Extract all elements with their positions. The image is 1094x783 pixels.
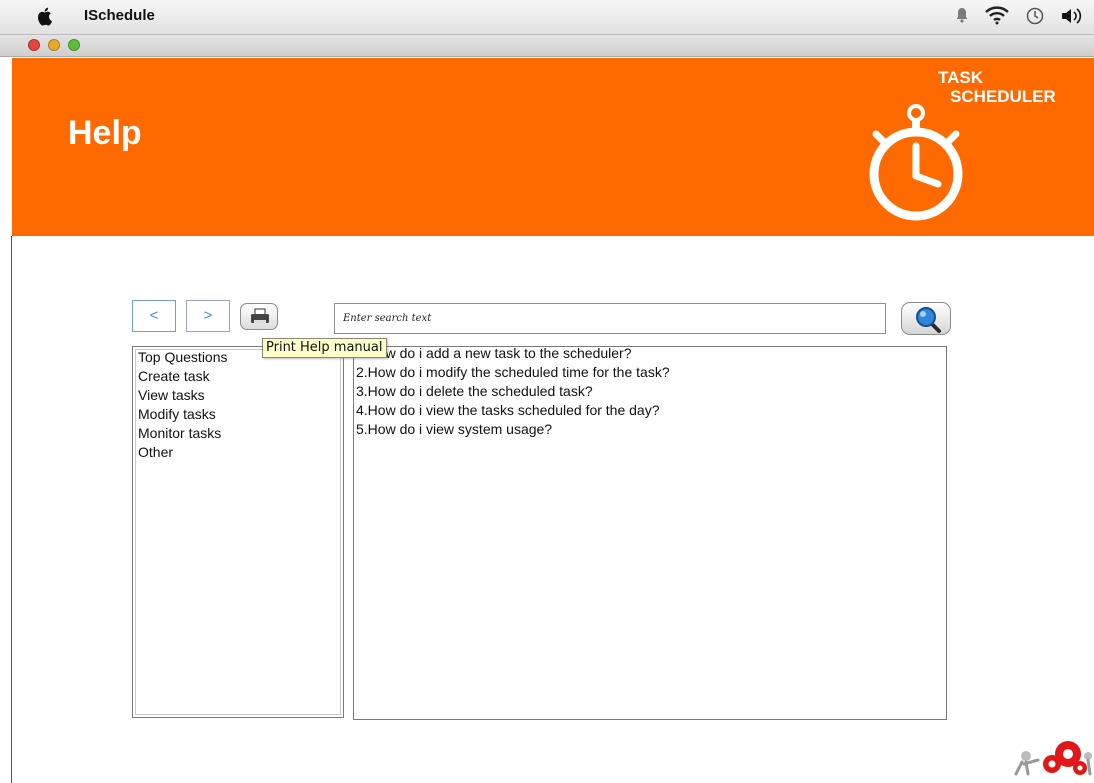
zoom-window-button[interactable] bbox=[68, 39, 80, 51]
minimize-window-button[interactable] bbox=[48, 39, 60, 51]
print-tooltip: Print Help manual bbox=[262, 338, 387, 358]
question-item[interactable]: 1.How do i add a new task to the schedul… bbox=[356, 344, 632, 363]
category-view-tasks[interactable]: View tasks bbox=[138, 386, 205, 405]
search-input[interactable] bbox=[334, 303, 886, 334]
page-title: Help bbox=[68, 114, 142, 152]
app-name[interactable]: ISchedule bbox=[84, 7, 155, 24]
search-button[interactable] bbox=[901, 302, 951, 335]
logo-line-1: TASK bbox=[938, 68, 984, 87]
category-top-questions[interactable]: Top Questions bbox=[138, 348, 228, 367]
category-modify-tasks[interactable]: Modify tasks bbox=[138, 405, 216, 424]
question-item[interactable]: 4.How do i view the tasks scheduled for … bbox=[356, 401, 660, 420]
apple-icon[interactable] bbox=[36, 6, 54, 31]
print-button[interactable] bbox=[240, 303, 278, 330]
window-left-edge bbox=[0, 236, 12, 783]
window-titlebar bbox=[0, 35, 1094, 57]
stopwatch-icon bbox=[869, 104, 963, 221]
volume-icon[interactable] bbox=[1060, 7, 1086, 29]
category-create-task[interactable]: Create task bbox=[138, 367, 210, 386]
question-item[interactable]: 5.How do i view system usage? bbox=[356, 420, 552, 439]
time-machine-icon[interactable] bbox=[1025, 6, 1045, 30]
magnifier-icon bbox=[916, 307, 941, 333]
forward-button[interactable]: > bbox=[186, 300, 230, 332]
gears-people-icon bbox=[1014, 741, 1092, 776]
question-item[interactable]: 3.How do i delete the scheduled task? bbox=[356, 382, 593, 401]
question-item[interactable]: 2.How do i modify the scheduled time for… bbox=[356, 363, 670, 382]
app-window: ISchedule Help TASK SCHEDULER < > Enter … bbox=[0, 0, 1094, 783]
category-list: Top Questions Create task View tasks Mod… bbox=[132, 346, 344, 718]
wifi-icon[interactable] bbox=[984, 5, 1010, 29]
back-button[interactable]: < bbox=[132, 300, 176, 332]
question-list: 1.How do i add a new task to the schedul… bbox=[353, 344, 947, 720]
header-banner: Help TASK SCHEDULER bbox=[12, 58, 1094, 236]
bell-icon[interactable] bbox=[955, 7, 969, 27]
printer-icon bbox=[251, 308, 269, 323]
category-monitor-tasks[interactable]: Monitor tasks bbox=[138, 424, 221, 443]
close-window-button[interactable] bbox=[28, 39, 40, 51]
menu-bar: ISchedule bbox=[0, 0, 1094, 35]
category-other[interactable]: Other bbox=[138, 443, 173, 462]
